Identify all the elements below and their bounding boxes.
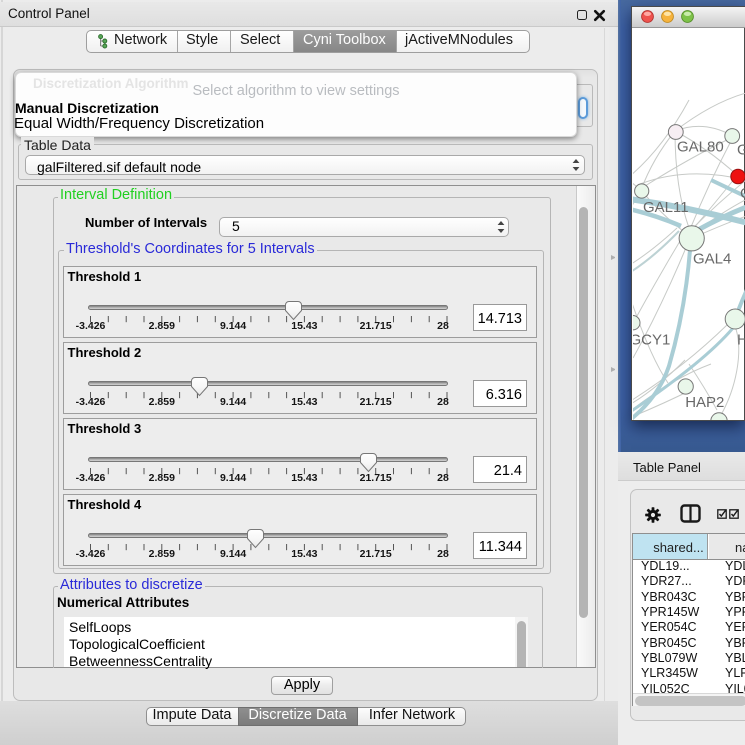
svg-text:G.: G. xyxy=(737,142,745,159)
svg-text:C: C xyxy=(740,185,745,202)
svg-text:H: H xyxy=(737,331,745,348)
svg-text:GAL4: GAL4 xyxy=(693,251,731,268)
svg-text:GAL80: GAL80 xyxy=(677,139,724,156)
svg-text:GCY1: GCY1 xyxy=(633,331,670,348)
svg-text:GAL11: GAL11 xyxy=(643,199,689,216)
svg-text:HAP2: HAP2 xyxy=(685,394,724,411)
